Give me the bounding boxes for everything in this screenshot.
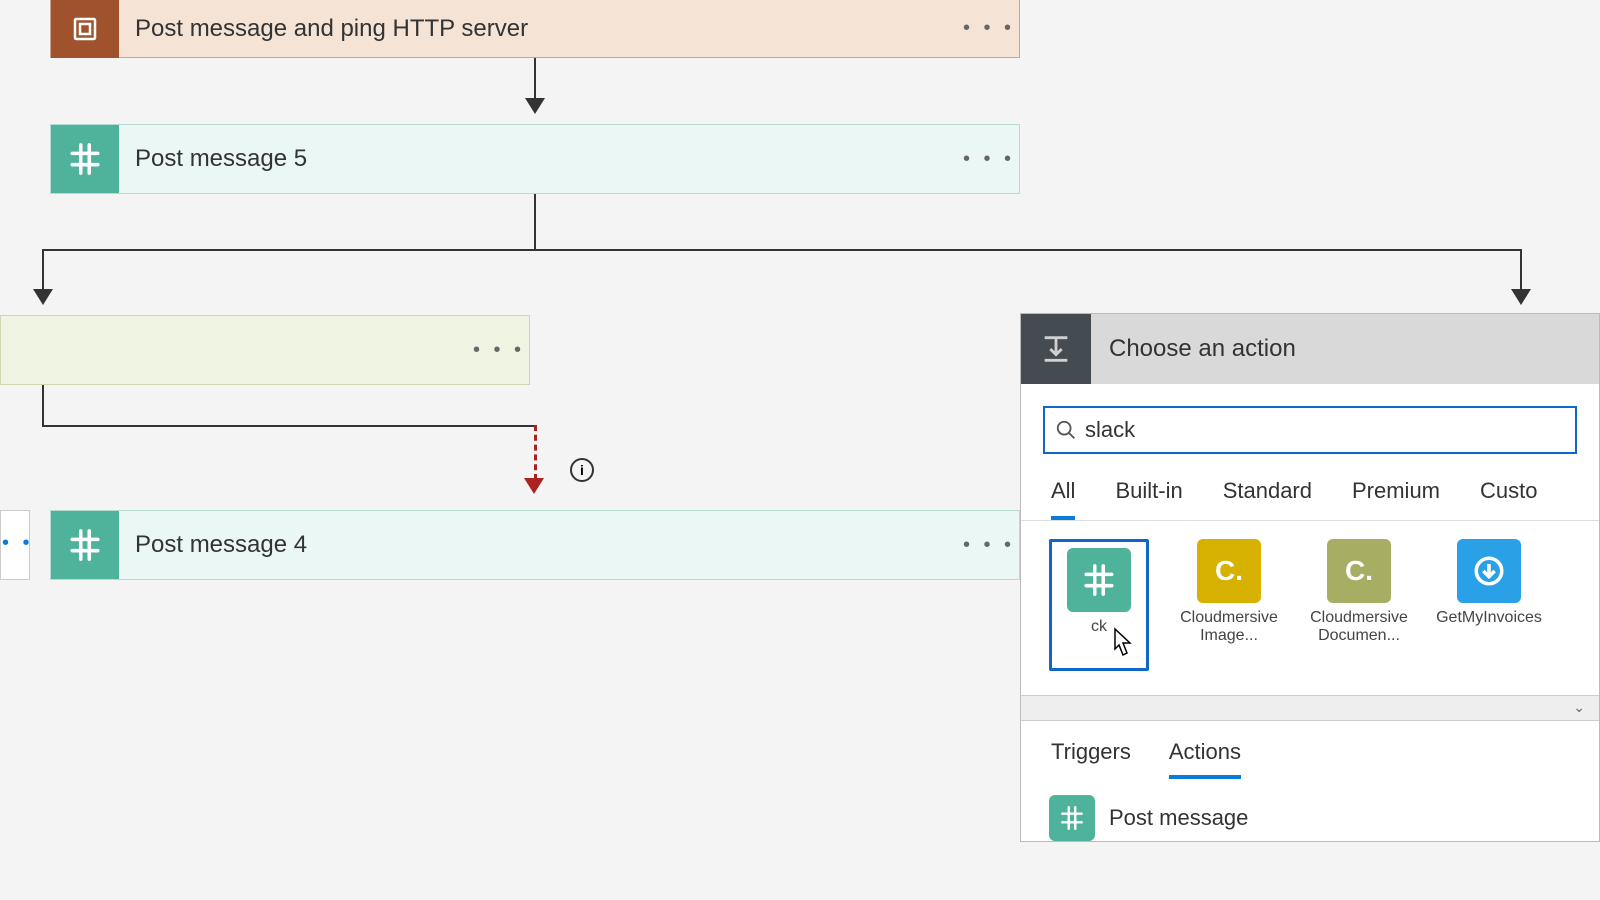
flow-step-label: Post message 5 [119, 145, 959, 173]
search-input[interactable] [1077, 417, 1565, 443]
flow-step-post-message-5[interactable]: Post message 5 • • • [50, 124, 1020, 194]
choose-action-panel: Choose an action All Built-in Standard P… [1020, 313, 1600, 842]
tab-custom[interactable]: Custo [1480, 478, 1537, 520]
more-icon[interactable]: • • • [959, 148, 1019, 171]
connector-line [534, 58, 536, 98]
more-icon[interactable]: • • [2, 532, 34, 555]
cloudmersive-icon: C. [1197, 539, 1261, 603]
flow-step-left-branch[interactable]: • • • [0, 315, 530, 385]
connector-line [42, 425, 534, 427]
slack-icon [1067, 548, 1131, 612]
connector-line [42, 385, 44, 425]
slack-icon [51, 125, 119, 193]
search-box[interactable] [1043, 406, 1577, 454]
tab-premium[interactable]: Premium [1352, 478, 1440, 520]
connector-label: ck [1091, 618, 1107, 662]
panel-title: Choose an action [1091, 335, 1296, 363]
connector-line [42, 249, 1522, 251]
connector-slack[interactable]: ck [1049, 539, 1149, 671]
flow-step-label: Post message and ping HTTP server [119, 15, 959, 43]
connector-label: Cloudmersive Image... [1179, 609, 1279, 653]
action-result-row[interactable]: Post message [1021, 785, 1599, 841]
connector-cloudmersive-image[interactable]: C. Cloudmersive Image... [1179, 539, 1279, 671]
connector-label: GetMyInvoices [1436, 609, 1542, 653]
connector-line [42, 249, 44, 289]
tab-standard[interactable]: Standard [1223, 478, 1312, 520]
arrow-down-icon [525, 98, 545, 114]
arrow-down-red-icon [524, 478, 544, 494]
slack-icon [1049, 795, 1095, 841]
more-icon[interactable]: • • • [959, 534, 1019, 557]
action-result-label: Post message [1109, 805, 1248, 831]
connector-category-tabs: All Built-in Standard Premium Custo [1021, 464, 1599, 521]
flow-step-label: Post message 4 [119, 531, 959, 559]
connector-dashed-line [534, 425, 537, 480]
tab-all[interactable]: All [1051, 478, 1075, 520]
flow-step-scope[interactable]: Post message and ping HTTP server • • • [50, 0, 1020, 58]
expand-connectors-bar[interactable]: ⌄ [1021, 695, 1599, 721]
connector-grid: ck C. Cloudmersive Image... C. Cloudmers… [1021, 521, 1599, 695]
subtab-triggers[interactable]: Triggers [1051, 739, 1131, 779]
trigger-action-tabs: Triggers Actions [1021, 721, 1599, 785]
more-icon[interactable]: • • • [959, 17, 1019, 40]
search-icon [1055, 419, 1077, 441]
connector-cloudmersive-document[interactable]: C. Cloudmersive Documen... [1309, 539, 1409, 671]
connector-getmyinvoices[interactable]: GetMyInvoices [1439, 539, 1539, 671]
cloudmersive-icon: C. [1327, 539, 1391, 603]
arrow-down-icon [1511, 289, 1531, 305]
tab-built-in[interactable]: Built-in [1115, 478, 1182, 520]
arrow-down-icon [33, 289, 53, 305]
connector-label: Cloudmersive Documen... [1309, 609, 1409, 653]
info-icon[interactable]: i [570, 458, 594, 482]
flow-step-post-message-4[interactable]: Post message 4 • • • [50, 510, 1020, 580]
subtab-actions[interactable]: Actions [1169, 739, 1241, 779]
connector-line [534, 194, 536, 249]
connector-line [1520, 249, 1522, 289]
more-icon[interactable]: • • • [469, 339, 529, 362]
scope-icon [51, 0, 119, 58]
download-icon [1457, 539, 1521, 603]
slack-icon [51, 511, 119, 579]
chevron-down-icon: ⌄ [1573, 699, 1585, 715]
panel-header: Choose an action [1021, 314, 1599, 384]
insert-action-icon [1021, 314, 1091, 384]
